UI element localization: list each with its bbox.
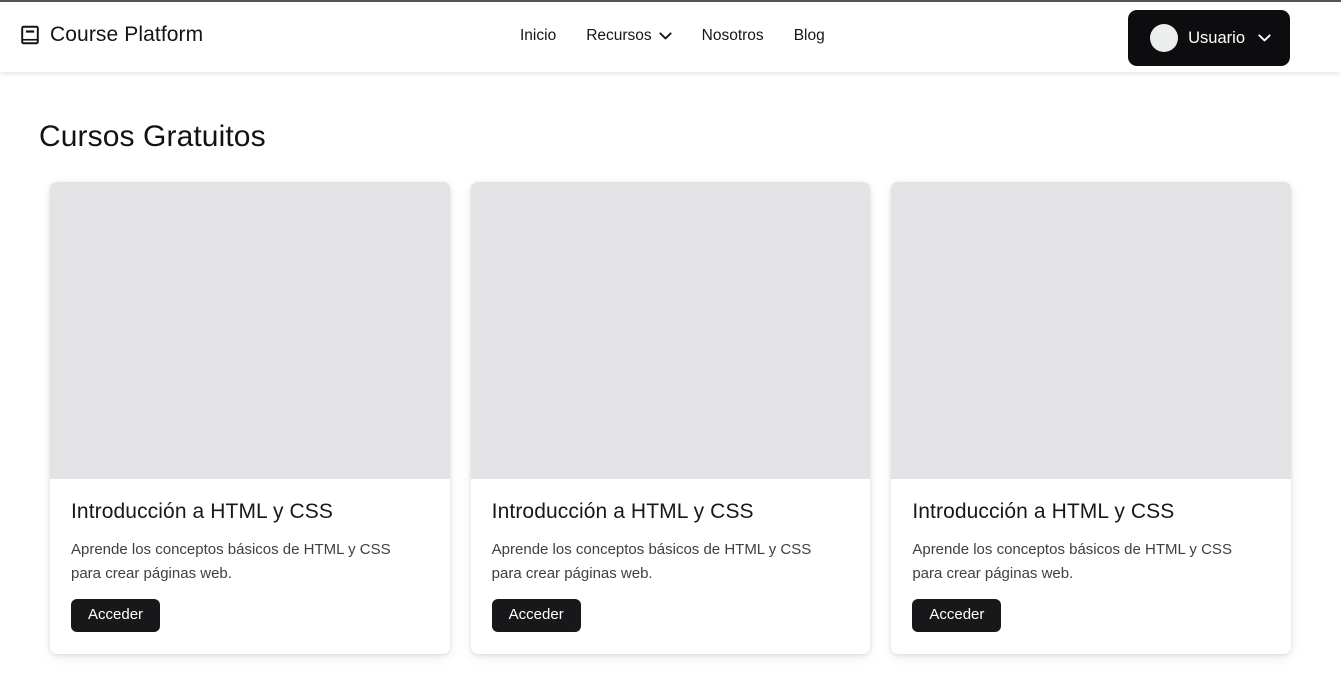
course-description: Aprende los conceptos básicos de HTML y … [491, 541, 812, 582]
nav-item-nosotros[interactable]: Nosotros [687, 24, 779, 48]
brand-logo[interactable]: Course Platform [19, 23, 203, 47]
nav-item-label: Inicio [520, 27, 557, 44]
book-icon [21, 25, 39, 45]
course-description: Aprende los conceptos básicos de HTML y … [71, 541, 391, 582]
course-card[interactable]: Introducción a HTML y CSS Aprende los co… [891, 182, 1292, 654]
course-thumbnail [891, 182, 1292, 479]
main-navigation: Inicio Recursos Nosotros Blog [505, 24, 840, 48]
user-menu-label: Usuario [1188, 28, 1245, 47]
nav-item-label: Blog [793, 27, 825, 44]
nav-item-recursos[interactable]: Recursos [571, 24, 686, 48]
course-card-body: Introducción a HTML y CSS Aprende los co… [471, 479, 871, 654]
course-description: Aprende los conceptos básicos de HTML y … [912, 541, 1232, 582]
course-title: Introducción a HTML y CSS [71, 500, 333, 523]
course-card[interactable]: Introducción a HTML y CSS Aprende los co… [50, 182, 450, 654]
course-access-button[interactable]: Acceder [491, 599, 581, 632]
course-card-body: Introducción a HTML y CSS Aprende los co… [50, 479, 450, 654]
course-access-button[interactable]: Acceder [912, 599, 1002, 632]
page-root: Course Platform Inicio Recursos Nosotros… [0, 0, 1341, 680]
course-card[interactable]: Introducción a HTML y CSS Aprende los co… [470, 182, 871, 654]
course-title: Introducción a HTML y CSS [912, 500, 1175, 523]
nav-item-label: Nosotros [701, 27, 764, 44]
course-card-body: Introducción a HTML y CSS Aprende los co… [891, 479, 1291, 654]
chevron-down-icon [659, 32, 672, 40]
avatar [1150, 24, 1179, 52]
course-access-button[interactable]: Acceder [71, 599, 161, 632]
course-title: Introducción a HTML y CSS [491, 500, 754, 523]
course-thumbnail [470, 182, 871, 479]
page-title: Cursos Gratuitos [39, 120, 266, 153]
chevron-down-icon [1258, 34, 1271, 42]
course-thumbnail [50, 182, 450, 479]
site-header: Course Platform Inicio Recursos Nosotros… [0, 2, 1341, 72]
course-card-grid: Introducción a HTML y CSS Aprende los co… [50, 182, 1292, 654]
user-menu-button[interactable]: Usuario [1128, 10, 1290, 66]
nav-item-label: Recursos [586, 27, 652, 44]
nav-item-blog[interactable]: Blog [779, 24, 840, 48]
brand-name: Course Platform [50, 23, 204, 46]
nav-item-inicio[interactable]: Inicio [505, 24, 571, 48]
